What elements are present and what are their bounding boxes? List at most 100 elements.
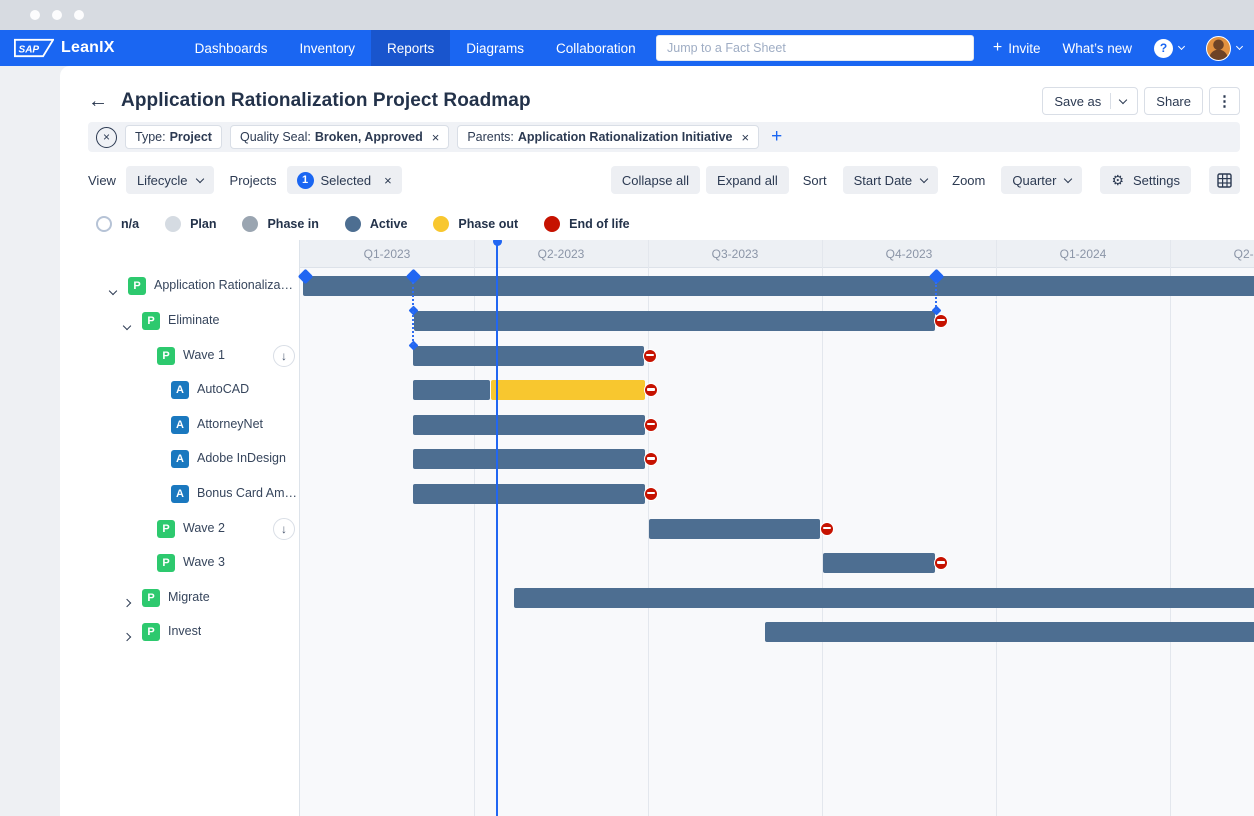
controls-right: Collapse all Expand all Sort Start Date … bbox=[611, 166, 1240, 194]
title-actions: Save as Share ⋮ bbox=[1042, 87, 1240, 115]
user-menu[interactable] bbox=[1206, 36, 1242, 61]
sap-logo-icon: SAP bbox=[14, 38, 54, 58]
more-options-button[interactable]: ⋮ bbox=[1209, 87, 1240, 115]
chevron-down-icon bbox=[1119, 95, 1127, 103]
legend-item-n-a: n/a bbox=[96, 216, 139, 232]
legend-dot bbox=[96, 216, 112, 232]
window-dot[interactable] bbox=[74, 10, 84, 20]
quarter-label-q2-2024: Q2-2024 bbox=[1234, 240, 1254, 268]
nav-item-dashboards[interactable]: Dashboards bbox=[179, 30, 284, 66]
window-titlebar bbox=[0, 0, 1254, 30]
tree-item-label[interactable]: Eliminate bbox=[168, 313, 219, 327]
gantt-bar-active[interactable] bbox=[823, 553, 935, 573]
filter-chip-2[interactable]: Quality Seal:Broken, Approved× bbox=[230, 125, 449, 149]
tree-item-label[interactable]: Invest bbox=[168, 624, 201, 638]
legend-dot bbox=[165, 216, 181, 232]
end-of-life-icon bbox=[934, 556, 948, 570]
end-of-life-icon bbox=[934, 314, 948, 328]
invite-label: Invite bbox=[1008, 41, 1040, 56]
nav-item-inventory[interactable]: Inventory bbox=[283, 30, 371, 66]
invite-button[interactable]: + Invite bbox=[993, 39, 1041, 57]
lifecycle-legend: n/aPlanPhase inActivePhase outEnd of lif… bbox=[96, 212, 630, 236]
scroll-to-bar-button[interactable]: ↓ bbox=[273, 345, 295, 367]
tree-item-label[interactable]: Migrate bbox=[168, 590, 210, 604]
tree-expand-chevron[interactable] bbox=[124, 593, 130, 611]
tree-item-label[interactable]: Adobe InDesign bbox=[197, 451, 286, 465]
nav-item-reports[interactable]: Reports bbox=[371, 30, 450, 66]
application-badge: A bbox=[171, 450, 189, 468]
gantt-bar-active[interactable] bbox=[514, 588, 1254, 608]
window-dot[interactable] bbox=[52, 10, 62, 20]
project-badge: P bbox=[157, 520, 175, 538]
gantt-bar-active[interactable] bbox=[413, 415, 645, 435]
gantt-bar-active[interactable] bbox=[413, 449, 645, 469]
gantt-bar-phase-out[interactable] bbox=[491, 380, 645, 400]
legend-label: Plan bbox=[190, 217, 216, 231]
gantt-bar-active[interactable] bbox=[303, 276, 1254, 296]
view-dropdown[interactable]: Lifecycle bbox=[126, 166, 214, 194]
save-as-button[interactable]: Save as bbox=[1042, 87, 1138, 115]
projects-selected-chip[interactable]: 1 Selected × bbox=[287, 166, 402, 194]
leanix-logo[interactable]: SAP LeanIX bbox=[14, 38, 115, 58]
legend-item-end-of-life: End of life bbox=[544, 216, 629, 232]
settings-button[interactable]: ⚙ Settings bbox=[1100, 166, 1191, 194]
nav-item-collaboration[interactable]: Collaboration bbox=[540, 30, 652, 66]
tree-collapse-chevron[interactable] bbox=[110, 281, 116, 299]
tree-item-label[interactable]: AttorneyNet bbox=[197, 417, 263, 431]
gantt-bar-active[interactable] bbox=[413, 380, 490, 400]
filter-bar: × Type:Project Quality Seal:Broken, Appro… bbox=[88, 122, 1240, 152]
whats-new-link[interactable]: What’s new bbox=[1062, 41, 1132, 56]
tree-item-label[interactable]: Application Rationaliza… bbox=[154, 278, 293, 292]
search-input[interactable] bbox=[656, 35, 974, 61]
gantt-bar-active[interactable] bbox=[413, 346, 644, 366]
collapse-all-button[interactable]: Collapse all bbox=[611, 166, 700, 194]
share-button[interactable]: Share bbox=[1144, 87, 1203, 115]
nav-item-diagrams[interactable]: Diagrams bbox=[450, 30, 540, 66]
tree-item-label[interactable]: Wave 2 bbox=[183, 521, 225, 535]
project-badge: P bbox=[142, 623, 160, 641]
settings-label: Settings bbox=[1133, 173, 1180, 188]
clear-filters-button[interactable]: × bbox=[96, 127, 117, 148]
legend-label: Active bbox=[370, 217, 408, 231]
scroll-to-bar-button[interactable]: ↓ bbox=[273, 518, 295, 540]
end-of-life-icon bbox=[644, 452, 658, 466]
chevron-down-icon bbox=[195, 174, 203, 182]
quarter-gridline bbox=[1170, 240, 1171, 816]
tree-expand-chevron[interactable] bbox=[124, 627, 130, 645]
close-icon[interactable]: × bbox=[742, 130, 750, 145]
navbar-right: + Invite What’s new ? bbox=[993, 30, 1242, 66]
window-dot[interactable] bbox=[30, 10, 40, 20]
gantt-bar-active[interactable] bbox=[649, 519, 820, 539]
zoom-dropdown[interactable]: Quarter bbox=[1001, 166, 1082, 194]
end-of-life-icon bbox=[644, 418, 658, 432]
tree-item-label[interactable]: AutoCAD bbox=[197, 382, 249, 396]
table-view-button[interactable] bbox=[1209, 166, 1240, 194]
sort-dropdown[interactable]: Start Date bbox=[843, 166, 939, 194]
legend-label: Phase in bbox=[267, 217, 318, 231]
quarter-label-q2-2023: Q2-2023 bbox=[538, 240, 585, 268]
plus-icon: + bbox=[993, 39, 1002, 57]
controls-row: View Lifecycle Projects 1 Selected × Col… bbox=[88, 166, 1240, 194]
close-icon[interactable]: × bbox=[432, 130, 440, 145]
close-icon[interactable]: × bbox=[384, 173, 392, 188]
gantt-bar-active[interactable] bbox=[765, 622, 1254, 642]
gantt-bar-active[interactable] bbox=[413, 484, 645, 504]
close-icon: × bbox=[103, 130, 110, 144]
filter-chip-1[interactable]: Type:Project bbox=[125, 125, 222, 149]
back-button[interactable]: ← bbox=[88, 91, 108, 111]
add-filter-button[interactable]: + bbox=[771, 126, 782, 148]
tree-item-label[interactable]: Wave 1 bbox=[183, 348, 225, 362]
tree-collapse-chevron[interactable] bbox=[124, 316, 130, 334]
gantt-bar-active[interactable] bbox=[414, 311, 935, 331]
quarter-label-q3-2023: Q3-2023 bbox=[712, 240, 759, 268]
filter-chip-3[interactable]: Parents:Application Rationalization Init… bbox=[457, 125, 759, 149]
timeline-header: Q1-2023Q2-2023Q3-2023Q4-2023Q1-2024Q2-20… bbox=[300, 240, 1254, 268]
chevron-right-icon bbox=[123, 633, 131, 641]
today-line bbox=[496, 240, 498, 816]
chevron-right-icon bbox=[123, 598, 131, 606]
help-menu[interactable]: ? bbox=[1154, 39, 1184, 58]
tree-item-label[interactable]: Wave 3 bbox=[183, 555, 225, 569]
legend-label: n/a bbox=[121, 217, 139, 231]
tree-item-label[interactable]: Bonus Card Am… bbox=[197, 486, 296, 500]
expand-all-button[interactable]: Expand all bbox=[706, 166, 789, 194]
